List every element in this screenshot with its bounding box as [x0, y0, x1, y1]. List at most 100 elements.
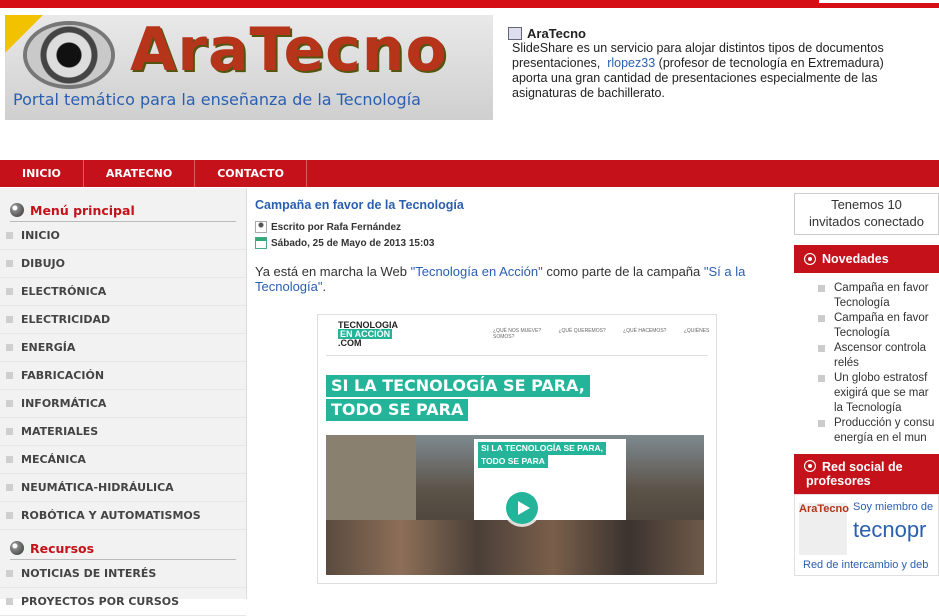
guests-line-2: invitados conectado	[809, 214, 924, 229]
menu-principal-heading: Menú principal	[10, 202, 246, 218]
menu-label: MECÁNICA	[21, 453, 86, 466]
video-thumbnail[interactable]: SI LA TECNOLOGÍA SE PARA, TODO SE PARA	[326, 435, 704, 575]
recursos-title: Recursos	[30, 540, 95, 556]
top-red-bar	[0, 0, 939, 8]
social-logo: AraTecno	[799, 503, 849, 555]
aside-author-link[interactable]: rlopez33	[607, 56, 655, 70]
aside-line-2a: presentaciones,	[512, 56, 601, 70]
date-text: Sábado, 25 de Mayo de 2013 15:03	[271, 237, 435, 249]
right-sidebar: Tenemos 10 invitados conectado Novedades…	[794, 193, 939, 576]
resources-menu: NOTICIAS DE INTERÉS PROYECTOS POR CURSOS	[0, 560, 246, 616]
left-sidebar: Menú principal INICIO DIBUJO ELECTRÓNICA…	[0, 188, 247, 616]
menu-item-materiales[interactable]: MATERIALES	[0, 418, 246, 446]
menu-item-robotica[interactable]: ROBÓTICA Y AUTOMATISMOS	[0, 502, 246, 530]
bullet-icon	[6, 372, 13, 379]
menu-item-neumatica[interactable]: NEUMÁTICA-HIDRÁULICA	[0, 474, 246, 502]
intro-text-b: como parte de la campaña	[542, 264, 704, 279]
article-title[interactable]: Campaña en favor de la Tecnología	[255, 198, 780, 212]
social-network-banner[interactable]: AraTecno Soy miembro de tecnopr Red de i…	[794, 494, 939, 576]
menu-item-inicio[interactable]: INICIO	[0, 222, 246, 250]
social-desc-link[interactable]: Red de intercambio y deb	[803, 559, 928, 571]
news-line: Campaña en favor	[834, 312, 929, 324]
red-social-heading: Red social de profesores	[794, 454, 939, 494]
bullet-icon	[6, 512, 13, 519]
menu-label: NOTICIAS DE INTERÉS	[21, 567, 157, 580]
article-intro: Ya está en marcha la Web "Tecnología en …	[255, 264, 780, 294]
news-item[interactable]: Campaña en favor Tecnología	[794, 311, 939, 341]
aside-line-2b: (profesor de tecnología en Extremadura)	[658, 56, 884, 70]
news-line: Producción y consu	[834, 417, 935, 429]
campaign-screenshot[interactable]: TECNOLOGIA EN ACCIÓN .COM ¿QUÉ NOS MUEVE…	[317, 314, 717, 584]
author-text: Escrito por Rafa Fernández	[271, 221, 402, 233]
globe-icon	[10, 541, 24, 555]
aside-line-3: aporta una gran cantidad de presentacion…	[512, 71, 878, 85]
embed-logo-l3: .COM	[338, 338, 362, 348]
embed-nav: ¿QUÉ NOS MUEVE? ¿QUÉ QUEREMOS? ¿QUÉ HACE…	[493, 328, 716, 340]
embed-divider	[326, 355, 708, 356]
menu-label: FABRICACIÓN	[21, 369, 105, 382]
menu-label: INFORMÁTICA	[21, 397, 107, 410]
bullet-icon	[818, 420, 825, 427]
news-line: Ascensor controla	[834, 342, 927, 354]
aside-title-text: AraTecno	[527, 26, 586, 41]
bullet-icon	[6, 260, 13, 267]
menu-item-dibujo[interactable]: DIBUJO	[0, 250, 246, 278]
calendar-icon	[255, 237, 267, 249]
embed-nav-item: ¿QUÉ QUEREMOS?	[558, 328, 606, 334]
news-line: exigirá que se mar	[834, 387, 929, 399]
menu-item-noticias[interactable]: NOTICIAS DE INTERÉS	[0, 560, 246, 588]
menu-label: DIBUJO	[21, 257, 65, 270]
bullet-icon	[6, 598, 13, 605]
header-aside: AraTecno SlideShare es un servicio para …	[508, 26, 939, 101]
menu-item-energia[interactable]: ENERGÍA	[0, 334, 246, 362]
circle-icon	[804, 460, 816, 472]
news-item[interactable]: Ascensor controla relés	[794, 341, 939, 371]
novedades-title: Novedades	[822, 252, 889, 266]
bullet-icon	[818, 285, 825, 292]
nav-aratecno[interactable]: ARATECNO	[84, 160, 196, 187]
menu-label: ELECTRÓNICA	[21, 285, 107, 298]
menu-label: ENERGÍA	[21, 341, 76, 354]
intro-text-a: Ya está en marcha la Web	[255, 264, 411, 279]
menu-label: ROBÓTICA Y AUTOMATISMOS	[21, 509, 201, 522]
menu-item-electricidad[interactable]: ELECTRICIDAD	[0, 306, 246, 334]
site-tagline: Portal temático para la enseñanza de la …	[13, 90, 421, 109]
news-line: Un globo estratosf	[834, 372, 928, 384]
menu-item-electronica[interactable]: ELECTRÓNICA	[0, 278, 246, 306]
tecnologia-en-accion-link[interactable]: "Tecnología en Acción"	[411, 264, 543, 279]
crowd-image	[326, 520, 704, 575]
site-banner[interactable]: AraTecno Portal temático para la enseñan…	[5, 15, 493, 120]
news-line: relés	[834, 357, 859, 369]
bullet-icon	[6, 456, 13, 463]
bullet-icon	[6, 570, 13, 577]
menu-label: PROYECTOS POR CURSOS	[21, 595, 180, 608]
article-date: Sábado, 25 de Mayo de 2013 15:03	[255, 236, 780, 250]
bullet-icon	[6, 344, 13, 351]
news-item[interactable]: Campaña en favor Tecnología	[794, 281, 939, 311]
online-guests: Tenemos 10 invitados conectado	[794, 193, 939, 235]
novedades-heading: Novedades	[794, 245, 939, 273]
social-big-text: tecnopr	[853, 517, 927, 542]
menu-item-fabricacion[interactable]: FABRICACIÓN	[0, 362, 246, 390]
menu-item-mecanica[interactable]: MECÁNICA	[0, 446, 246, 474]
aside-title: AraTecno	[508, 26, 939, 41]
nav-contacto[interactable]: CONTACTO	[195, 160, 307, 187]
news-item[interactable]: Producción y consu energía en el mun	[794, 416, 939, 446]
guests-line-1: Tenemos 10	[831, 197, 902, 212]
aside-line-2: presentaciones, rlopez33 (profesor de te…	[512, 56, 939, 71]
red-social-title-2: profesores	[806, 474, 871, 488]
news-line: energía en el mun	[834, 432, 927, 444]
menu-label: MATERIALES	[21, 425, 99, 438]
bullet-icon	[818, 315, 825, 322]
menu-item-proyectos[interactable]: PROYECTOS POR CURSOS	[0, 588, 246, 616]
social-member-text: Soy miembro de	[853, 501, 934, 513]
main-menu: INICIO DIBUJO ELECTRÓNICA ELECTRICIDAD E…	[0, 222, 246, 530]
bullet-icon	[6, 428, 13, 435]
embed-headline-2: TODO SE PARA	[326, 399, 469, 421]
play-icon[interactable]	[506, 492, 538, 524]
user-icon	[255, 221, 267, 233]
embed-headline-1: SI LA TECNOLOGÍA SE PARA,	[326, 375, 590, 397]
menu-item-informatica[interactable]: INFORMÁTICA	[0, 390, 246, 418]
nav-inicio[interactable]: INICIO	[0, 160, 84, 187]
news-item[interactable]: Un globo estratosf exigirá que se mar la T…	[794, 371, 939, 416]
